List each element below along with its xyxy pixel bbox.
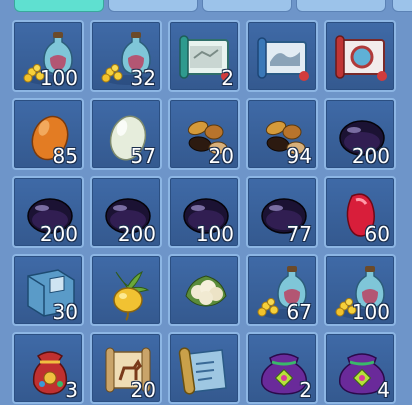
item-quantity: 20 xyxy=(130,378,156,402)
inventory-grid: 100 32 2 85 57 20 94 200 200 200 100 77 … xyxy=(12,20,396,404)
inventory-slot[interactable]: 3 xyxy=(12,332,84,404)
item-quantity: 67 xyxy=(286,300,312,324)
inventory-slot[interactable]: 30 xyxy=(12,254,84,326)
item-quantity: 30 xyxy=(52,300,78,324)
item-quantity: 100 xyxy=(195,222,234,246)
inventory-slot[interactable]: 100 xyxy=(12,20,84,92)
inventory-slot[interactable]: 2 xyxy=(246,332,318,404)
inventory-slot[interactable]: 57 xyxy=(90,98,162,170)
inventory-slot[interactable]: 20 xyxy=(90,332,162,404)
item-quantity: 3 xyxy=(65,378,78,402)
item-quantity: 20 xyxy=(208,144,234,168)
item-quantity: 100 xyxy=(39,66,78,90)
inventory-slot[interactable]: 94 xyxy=(246,98,318,170)
inventory-slot[interactable] xyxy=(324,20,396,92)
tab-1[interactable] xyxy=(14,0,104,12)
item-quantity: 85 xyxy=(52,144,78,168)
tab-3[interactable] xyxy=(202,0,292,12)
item-quantity: 77 xyxy=(286,222,312,246)
item-quantity: 4 xyxy=(377,378,390,402)
golden-turnip-icon xyxy=(113,270,150,321)
inventory-slot[interactable] xyxy=(246,20,318,92)
inventory-slot[interactable] xyxy=(168,254,240,326)
inventory-slot[interactable]: 100 xyxy=(168,176,240,248)
blue-scroll-icon xyxy=(178,347,227,395)
inventory-slot[interactable]: 32 xyxy=(90,20,162,92)
inventory-slot[interactable]: 20 xyxy=(168,98,240,170)
inventory-slot[interactable]: 200 xyxy=(324,98,396,170)
item-quantity: 32 xyxy=(130,66,156,90)
item-quantity: 57 xyxy=(130,144,156,168)
inventory-slot[interactable] xyxy=(90,254,162,326)
inventory-slot[interactable]: 60 xyxy=(324,176,396,248)
inventory-slot[interactable]: 77 xyxy=(246,176,318,248)
tab-5[interactable] xyxy=(392,0,412,12)
tab-4[interactable] xyxy=(296,0,386,12)
scroll-map-blue-icon xyxy=(257,37,309,81)
item-quantity: 200 xyxy=(351,144,390,168)
inventory-slot[interactable]: 85 xyxy=(12,98,84,170)
inventory-slot[interactable]: 200 xyxy=(12,176,84,248)
item-quantity: 200 xyxy=(39,222,78,246)
inventory-slot[interactable] xyxy=(168,332,240,404)
item-quantity: 60 xyxy=(364,222,390,246)
item-quantity: 2 xyxy=(299,378,312,402)
scroll-map-red-icon xyxy=(335,35,387,81)
item-quantity: 2 xyxy=(221,66,234,90)
inventory-slot[interactable]: 67 xyxy=(246,254,318,326)
cauliflower-icon xyxy=(185,275,227,307)
inventory-slot[interactable]: 100 xyxy=(324,254,396,326)
tab-bar xyxy=(0,0,412,12)
item-quantity: 94 xyxy=(286,144,312,168)
inventory-slot[interactable]: 4 xyxy=(324,332,396,404)
inventory-slot[interactable]: 2 xyxy=(168,20,240,92)
tab-2[interactable] xyxy=(108,0,198,12)
inventory-slot[interactable]: 200 xyxy=(90,176,162,248)
item-quantity: 200 xyxy=(117,222,156,246)
item-quantity: 100 xyxy=(351,300,390,324)
